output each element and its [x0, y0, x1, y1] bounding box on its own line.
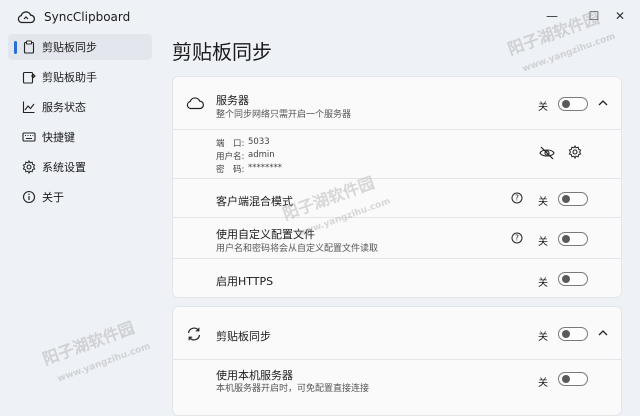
sidebar-item-label: 关于 — [42, 191, 64, 204]
cloud-icon — [186, 97, 204, 110]
sidebar-item-label: 剪贴板助手 — [42, 71, 97, 84]
sidebar-item-hotkeys[interactable]: 快捷键 — [8, 124, 152, 150]
toggle-label: 关 — [538, 378, 548, 389]
toggle-label: 关 — [538, 237, 548, 248]
toggle-label: 关 — [538, 278, 548, 289]
chevron-up-icon[interactable] — [598, 329, 608, 337]
server-card: 服务器 整个同步网络只需开启一个服务器 关 端 口: 5033 用户名: adm… — [172, 76, 622, 298]
help-icon[interactable]: ? — [511, 192, 523, 204]
close-icon: ✕ — [614, 9, 626, 23]
sidebar-item-label: 快捷键 — [42, 131, 75, 144]
server-title: 服务器 — [216, 94, 249, 107]
custom-config-subtitle: 用户名和密码将会从自定义配置文件读取 — [216, 244, 379, 254]
toggle-knob — [562, 330, 570, 338]
local-server-subtitle: 本机服务器开启时，可免配置直接连接 — [216, 384, 370, 394]
clipboard-sync-toggle[interactable] — [558, 327, 588, 341]
divider — [173, 129, 621, 130]
info-icon — [22, 190, 36, 204]
close-button[interactable]: ✕ — [600, 2, 640, 30]
settings-icon[interactable] — [568, 145, 582, 159]
username-label: 用户名: — [216, 152, 245, 162]
clipboard-sync-title: 剪贴板同步 — [216, 330, 271, 343]
username-value: admin — [248, 150, 275, 160]
clipboard-icon — [23, 40, 35, 54]
server-subtitle: 整个同步网络只需开启一个服务器 — [216, 110, 352, 120]
client-mixed-mode-title: 客户端混合模式 — [216, 195, 293, 208]
toggle-knob — [562, 235, 570, 243]
server-toggle-label: 关 — [538, 102, 548, 113]
svg-text:?: ? — [515, 234, 519, 243]
sidebar-item-label: 服务状态 — [42, 101, 86, 114]
sidebar: 剪贴板同步 剪贴板助手 服务状态 快捷键 系统设置 关于 — [0, 34, 160, 402]
sidebar-item-service-status[interactable]: 服务状态 — [8, 94, 152, 120]
sidebar-item-system-settings[interactable]: 系统设置 — [8, 154, 152, 180]
port-label: 端 口: — [216, 139, 245, 149]
clipboard-sync-card: 剪贴板同步 关 使用本机服务器 本机服务器开启时，可免配置直接连接 关 — [172, 306, 622, 416]
help-icon[interactable]: ? — [511, 232, 523, 244]
cloud-sync-icon — [17, 11, 35, 24]
toggle-knob — [562, 375, 570, 383]
svg-text:?: ? — [515, 194, 519, 203]
divider — [173, 258, 621, 259]
toggle-knob — [562, 275, 570, 283]
chevron-up-icon[interactable] — [598, 99, 608, 107]
minimize-button[interactable]: — — [531, 2, 573, 30]
watermark-url: www.yangzihu.com — [521, 31, 617, 75]
toggle-knob — [562, 195, 570, 203]
client-mixed-mode-toggle[interactable] — [558, 192, 588, 206]
active-indicator — [14, 41, 17, 54]
title-bar: SyncClipboard — ☐ ✕ — [0, 0, 640, 34]
sidebar-item-clipboard-helper[interactable]: 剪贴板助手 — [8, 64, 152, 90]
gear-icon — [22, 160, 36, 174]
custom-config-title: 使用自定义配置文件 — [216, 228, 315, 241]
divider — [173, 178, 621, 179]
https-title: 启用HTTPS — [216, 275, 274, 288]
sidebar-item-clipboard-sync[interactable]: 剪贴板同步 — [8, 34, 152, 60]
sidebar-item-label: 系统设置 — [42, 161, 86, 174]
sync-icon — [187, 327, 201, 341]
divider — [173, 359, 621, 360]
server-toggle[interactable] — [558, 97, 588, 111]
toggle-label: 关 — [538, 197, 548, 208]
eye-off-icon[interactable] — [539, 146, 555, 160]
https-toggle[interactable] — [558, 272, 588, 286]
app-title: SyncClipboard — [44, 10, 131, 24]
minimize-icon: — — [546, 9, 558, 23]
password-value: ******** — [248, 163, 282, 173]
sidebar-item-label: 剪贴板同步 — [42, 41, 97, 54]
page-title: 剪贴板同步 — [172, 40, 272, 64]
toggle-knob — [562, 100, 570, 108]
divider — [173, 217, 621, 218]
toggle-label: 关 — [538, 332, 548, 343]
local-server-toggle[interactable] — [558, 372, 588, 386]
custom-config-toggle[interactable] — [558, 232, 588, 246]
port-value: 5033 — [248, 137, 270, 147]
chart-icon — [22, 101, 35, 114]
sidebar-item-about[interactable]: 关于 — [8, 184, 152, 210]
clipboard-helper-icon — [22, 71, 36, 84]
maximize-icon: ☐ — [588, 9, 600, 23]
keyboard-icon — [22, 132, 36, 142]
password-label: 密 码: — [216, 165, 245, 175]
